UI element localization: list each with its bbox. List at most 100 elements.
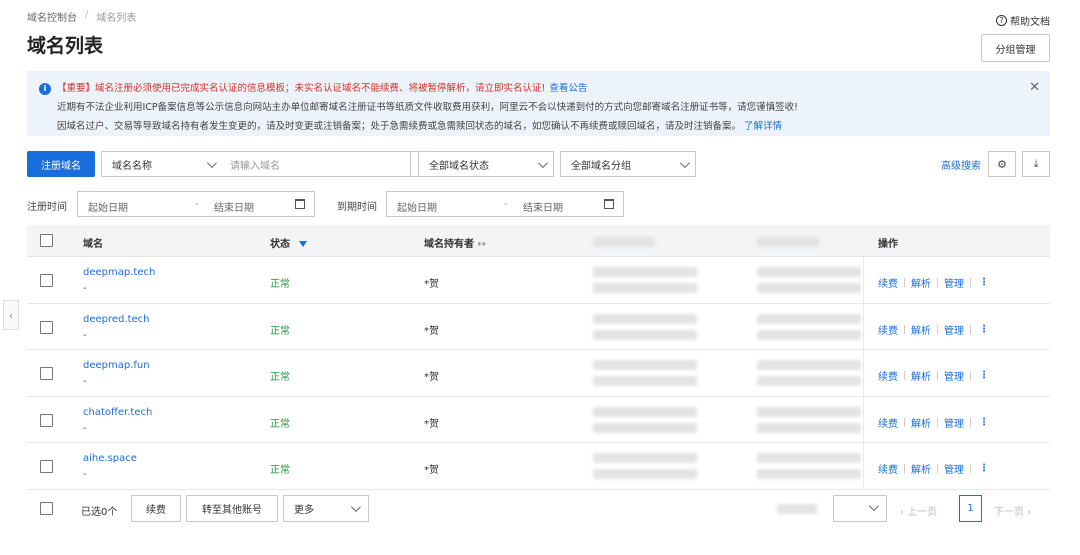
end-date-placeholder: 结束日期 [214,203,254,214]
page-number-current[interactable]: 1 [959,495,982,522]
batch-renew-button[interactable]: 续费 [131,495,181,522]
dns-link[interactable]: 解析 [911,322,931,337]
group-manage-button[interactable]: 分组管理 [981,34,1050,62]
table-row: chatoffer.tech - 正常 *贺 续费 解析 管理 ⋮ [27,396,1050,444]
manage-link[interactable]: 管理 [944,415,964,430]
group-filter-value: 全部域名分组 [571,160,631,172]
blurred-cell [593,469,697,480]
help-docs-label: 帮助文档 [1010,17,1050,28]
manage-link[interactable]: 管理 [944,275,964,290]
notice-line-2: 近期有不法企业利用ICP备案信息等公示信息向网站主办单位邮寄域名注册证书等纸质文… [57,102,798,113]
renew-link[interactable]: 续费 [878,461,898,476]
row-checkbox[interactable] [40,367,53,381]
view-announcement-link[interactable]: 查看公告 [549,79,587,98]
table-row: deepmap.fun - 正常 *贺 续费 解析 管理 ⋮ [27,350,1050,397]
row-checkbox[interactable] [40,274,53,287]
notice-banner: i 【重要】域名注册必须使用已完成实名认证的信息模板；未实名认证域名不能续费、将… [27,71,1050,136]
domain-link[interactable]: deepmap.fun [83,360,150,371]
help-icon: ? [996,15,1007,26]
transfer-account-button[interactable]: 转至其他账号 [186,495,278,522]
dns-link[interactable]: 解析 [911,368,931,383]
dns-link[interactable]: 解析 [911,275,931,290]
renew-link[interactable]: 续费 [878,415,898,430]
blurred-column-header [757,237,819,247]
holder-name: *贺 [424,372,439,384]
manage-link[interactable]: 管理 [944,368,964,383]
search-type-select[interactable]: 域名名称 [101,151,223,177]
breadcrumb-separator: / [85,9,89,20]
column-separator [863,303,864,350]
learn-more-link[interactable]: 了解详情 [744,121,782,132]
domain-link[interactable]: aihe.space [83,453,137,464]
selected-count: 已选0个 [81,507,118,518]
renew-link[interactable]: 续费 [878,275,898,290]
select-all-checkbox[interactable] [40,234,53,247]
status-filter-select[interactable]: 全部域名状态 [418,151,554,177]
divider [970,324,971,334]
domain-link[interactable]: chatoffer.tech [83,407,152,418]
register-domain-button[interactable]: 注册域名 [27,151,95,177]
prev-page-label: 上一页 [907,507,938,518]
holder-name: *贺 [424,325,439,337]
status-badge: 正常 [270,465,290,477]
more-actions-label: 更多 [294,505,314,516]
search-type-value: 域名名称 [112,160,152,172]
domain-table: 域名 状态 域名持有者 ↔ 操作 deepmap.tech - 正常 *贺 续费… [27,225,1050,490]
row-checkbox[interactable] [40,460,53,474]
renew-link[interactable]: 续费 [878,322,898,337]
notice-line-1: i 【重要】域名注册必须使用已完成实名认证的信息模板；未实名认证域名不能续费、将… [39,79,1038,98]
more-actions-select[interactable]: 更多 [283,495,369,522]
manage-link[interactable]: 管理 [944,322,964,337]
divider [970,278,971,287]
divider [970,417,971,427]
prev-page-button[interactable]: ‹ 上一页 [900,503,937,518]
page-size-select[interactable] [833,495,887,522]
search-input[interactable]: 请输入域名 [222,151,411,177]
column-separator [863,257,864,303]
domain-remark: - [83,283,87,294]
chevron-down-icon [868,501,879,512]
more-icon[interactable]: ⋮ [979,324,989,335]
footer-select-all-checkbox[interactable] [40,502,53,515]
settings-button[interactable]: ⚙ [988,151,1016,177]
more-icon[interactable]: ⋮ [979,370,989,381]
blurred-cell [593,329,697,340]
chevron-left-icon: ‹ [8,308,14,322]
breadcrumb-root[interactable]: 域名控制台 [27,9,77,24]
expire-date-range[interactable]: 起始日期 - 结束日期 [386,191,624,217]
blurred-cell [593,422,697,433]
more-icon[interactable]: ⋮ [979,417,989,428]
download-button[interactable]: ⤓ [1022,151,1050,177]
toolbar: 注册域名 域名名称 请输入域名 全部域名状态 全部域名分组 高级搜索 ⚙ ⤓ [27,151,1050,177]
row-checkbox[interactable] [40,320,53,334]
row-checkbox[interactable] [40,413,53,427]
start-date-placeholder: 起始日期 [88,203,128,214]
column-status[interactable]: 状态 [270,235,308,250]
register-date-range[interactable]: 起始日期 - 结束日期 [77,191,315,217]
help-docs-link[interactable]: ? 帮助文档 [996,13,1050,28]
group-filter-select[interactable]: 全部域名分组 [560,151,696,177]
dns-link[interactable]: 解析 [911,415,931,430]
domain-link[interactable]: deepmap.tech [83,267,155,278]
dns-link[interactable]: 解析 [911,461,931,476]
divider [937,324,938,334]
domain-link[interactable]: deepred.tech [83,314,149,325]
swap-icon[interactable]: ↔ [477,239,485,250]
status-filter-value: 全部域名状态 [429,160,489,172]
domain-remark: - [83,469,87,481]
advanced-search-link[interactable]: 高级搜索 [941,157,981,172]
renew-link[interactable]: 续费 [878,368,898,383]
table-row: deepmap.tech - 正常 *贺 续费 解析 管理 ⋮ [27,257,1050,304]
column-holder: 域名持有者 ↔ [424,235,486,250]
sidebar-collapse-handle[interactable]: ‹ [3,300,19,330]
divider [970,464,971,474]
filter-icon[interactable] [299,241,308,247]
domain-remark: - [83,422,87,434]
notice-line-3-text: 因域名过户、交易等导致域名持有者发生变更的，请及时变更或注销备案；处于急需续费或… [57,121,742,132]
more-icon[interactable]: ⋮ [979,463,989,474]
more-icon[interactable]: ⋮ [979,277,989,288]
manage-link[interactable]: 管理 [944,461,964,476]
table-row: deepred.tech - 正常 *贺 续费 解析 管理 ⋮ [27,303,1050,351]
close-icon[interactable]: ✕ [1029,80,1040,95]
next-page-button[interactable]: 下一页 › [994,503,1031,518]
